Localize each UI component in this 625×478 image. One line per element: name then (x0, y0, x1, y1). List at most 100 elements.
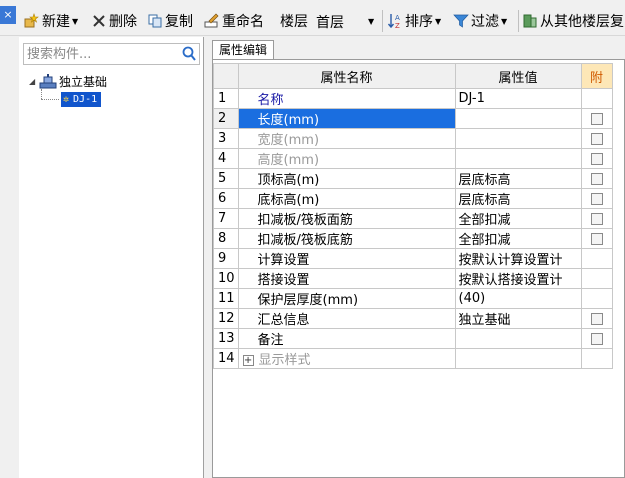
table-row[interactable]: 9 计算设置 按默认计算设置计 (213, 248, 613, 269)
table-row[interactable]: 13 备注 (213, 328, 613, 349)
attach-cell (580, 148, 613, 169)
attach-checkbox[interactable] (590, 232, 603, 245)
header-attach[interactable]: 附 (580, 63, 613, 89)
table-row[interactable]: 11 保护层厚度(mm) (40) (213, 288, 613, 309)
property-name-cell[interactable]: 搭接设置 (237, 268, 456, 289)
property-name-cell[interactable]: 汇总信息 (237, 308, 456, 329)
header-property-value[interactable]: 属性值 (454, 63, 582, 89)
svg-text:Z: Z (395, 22, 400, 29)
property-name-label: 显示样式 (258, 353, 311, 368)
header-row-number (213, 63, 239, 89)
floor-select[interactable]: 首层 ▼ (316, 11, 378, 32)
property-value-cell[interactable]: 层底标高 (454, 168, 582, 189)
tree-node-child-label: DJ-1 (73, 94, 98, 105)
filter-button[interactable]: 过滤 ▼ (453, 10, 507, 32)
property-value-cell[interactable]: 按默认搭接设置计 (454, 268, 582, 289)
tree-collapse-icon[interactable]: ◢ (29, 77, 39, 86)
property-value-cell[interactable]: DJ-1 (454, 88, 582, 109)
attach-checkbox[interactable] (590, 332, 603, 345)
property-name-cell[interactable]: 底标高(m) (237, 188, 456, 209)
table-row[interactable]: 12 汇总信息 独立基础 (213, 308, 613, 329)
table-row[interactable]: 3 宽度(mm) (213, 128, 613, 149)
copy-button-label: 复制 (165, 14, 193, 30)
header-property-name[interactable]: 属性名称 (237, 63, 456, 89)
table-row[interactable]: 1 名称 DJ-1 (213, 88, 613, 109)
table-row[interactable]: 14 + 显示样式 (213, 348, 613, 369)
row-number: 11 (213, 288, 239, 309)
table-row[interactable]: 7 扣减板/筏板面筋 全部扣减 (213, 208, 613, 229)
attach-cell (580, 108, 613, 129)
property-name-label: 汇总信息 (257, 313, 310, 328)
property-value-cell[interactable] (454, 148, 582, 169)
property-value-cell[interactable]: 全部扣减 (454, 228, 582, 249)
row-number: 2 (213, 108, 239, 129)
row-number: 14 (213, 348, 239, 369)
property-value-cell[interactable]: 按默认计算设置计 (454, 248, 582, 269)
search-input[interactable] (24, 44, 174, 64)
attach-checkbox[interactable] (590, 172, 603, 185)
table-row[interactable]: 2 长度(mm) (213, 108, 613, 129)
floor-select-value: 首层 (316, 14, 344, 31)
property-name-cell[interactable]: 高度(mm) (237, 148, 456, 169)
property-value-cell[interactable] (454, 348, 582, 369)
property-name-cell[interactable]: 计算设置 (237, 248, 456, 269)
sort-button[interactable]: AZ 排序 ▼ (387, 10, 441, 32)
property-value-cell[interactable] (454, 328, 582, 349)
tree-node-dj-1[interactable]: ✲ DJ-1 (61, 91, 102, 108)
tree-node-root[interactable]: ◢ 独立基础 (29, 73, 107, 90)
attach-cell (580, 348, 613, 369)
property-name-cell[interactable]: 顶标高(m) (237, 168, 456, 189)
chevron-down-icon: ▼ (435, 16, 442, 26)
attach-checkbox[interactable] (590, 112, 603, 125)
property-name-cell[interactable]: 扣减板/筏板底筋 (237, 228, 456, 249)
property-name-label: 长度(mm) (257, 113, 320, 128)
rename-button[interactable]: 重命名 (204, 10, 264, 32)
attach-checkbox[interactable] (590, 152, 603, 165)
expand-plus-icon[interactable]: + (242, 355, 254, 366)
property-name-cell[interactable]: 保护层厚度(mm) (237, 288, 456, 309)
property-name-label: 搭接设置 (257, 273, 310, 288)
row-number: 4 (213, 148, 239, 169)
attach-checkbox[interactable] (590, 192, 603, 205)
attach-cell (580, 128, 613, 149)
table-row[interactable]: 10 搭接设置 按默认搭接设置计 (213, 268, 613, 289)
tree-connector (41, 99, 59, 100)
rename-icon (204, 13, 220, 29)
table-row[interactable]: 6 底标高(m) 层底标高 (213, 188, 613, 209)
chevron-down-icon: ▼ (368, 17, 375, 26)
table-row[interactable]: 8 扣减板/筏板底筋 全部扣减 (213, 228, 613, 249)
property-name-label: 备注 (257, 333, 284, 348)
row-number: 10 (213, 268, 239, 289)
property-value-cell[interactable] (454, 108, 582, 129)
property-name-cell[interactable]: 长度(mm) (237, 108, 456, 129)
property-name-cell[interactable]: + 显示样式 (237, 348, 456, 369)
property-value-cell[interactable]: 全部扣减 (454, 208, 582, 229)
tab-property-edit[interactable]: 属性编辑 (212, 40, 275, 59)
property-value-cell[interactable] (454, 128, 582, 149)
new-button[interactable]: 新建 ▼ (24, 10, 78, 32)
close-icon[interactable]: × (0, 6, 16, 24)
attach-checkbox[interactable] (590, 212, 603, 225)
property-name-cell[interactable]: 扣减板/筏板面筋 (237, 208, 456, 229)
property-value-cell[interactable]: 层底标高 (454, 188, 582, 209)
component-list-panel: ◢ 独立基础 ✲ DJ-1 (19, 37, 204, 478)
attach-checkbox[interactable] (590, 312, 603, 325)
attach-cell (580, 248, 613, 269)
row-number: 6 (213, 188, 239, 209)
copy-from-other-floor-button[interactable]: 从其他楼层复 (522, 10, 624, 32)
property-name-cell[interactable]: 宽度(mm) (237, 128, 456, 149)
chevron-down-icon: ▼ (501, 16, 508, 26)
property-name-cell[interactable]: 备注 (237, 328, 456, 349)
attach-cell (580, 308, 613, 329)
copy-button[interactable]: 复制 (147, 10, 193, 32)
attach-checkbox[interactable] (590, 132, 603, 145)
table-row[interactable]: 5 顶标高(m) 层底标高 (213, 168, 613, 189)
property-value-cell[interactable]: 独立基础 (454, 308, 582, 329)
attach-cell (580, 268, 613, 289)
foundation-folder-icon (39, 73, 57, 90)
table-row[interactable]: 4 高度(mm) (213, 148, 613, 169)
property-name-cell[interactable]: 名称 (237, 88, 456, 109)
property-value-cell[interactable]: (40) (454, 288, 582, 309)
search-icon[interactable] (181, 46, 197, 62)
delete-button[interactable]: 删除 (91, 10, 137, 32)
